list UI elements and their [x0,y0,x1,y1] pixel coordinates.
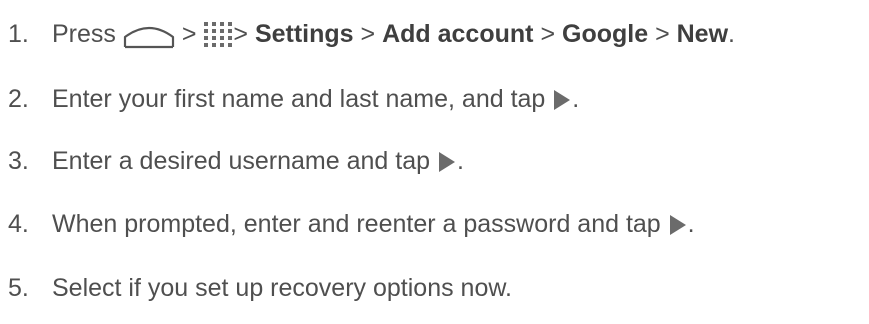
add-account-label: Add account [382,20,534,48]
apps-grid-icon [203,21,233,49]
period: . [456,147,464,175]
step-2: 2. Enter your first name and last name, a… [8,79,579,119]
step-text: When prompted, enter and reenter a passw… [52,210,661,238]
google-label: Google [562,20,649,48]
separator: > [233,20,248,48]
step-number: 2. [8,85,29,113]
step-4: 4. When prompted, enter and reenter a pas… [8,204,695,244]
step-3: 3. Enter a desired username and tap . [8,141,464,181]
period: . [728,20,735,48]
instruction-steps: 1. Press > > Settings > Add account > Goo… [0,0,869,324]
next-arrow-icon [668,213,688,237]
step-number: 4. [8,210,29,238]
step-text: Enter your first name and last name, and… [52,85,546,113]
next-arrow-icon [552,88,572,112]
step-5: 5. Select if you set up recovery options … [8,268,512,308]
period: . [687,210,695,238]
separator: > [655,20,670,48]
step-number: 3. [8,147,29,175]
settings-label: Settings [254,20,354,48]
home-icon [123,21,175,49]
step-number: 5. [8,274,29,302]
step-text: Select if you set up recovery options no… [52,274,512,302]
separator: > [540,20,556,48]
next-arrow-icon [437,150,457,174]
step-text: Press [52,20,116,48]
new-label: New [676,20,729,48]
separator: > [181,20,197,48]
step-text: Enter a desired username and tap [52,147,431,175]
step-number: 1. [8,20,29,48]
step-1: 1. Press > > Settings > Add account > Goo… [8,14,735,54]
period: . [572,85,580,113]
separator: > [360,20,376,48]
